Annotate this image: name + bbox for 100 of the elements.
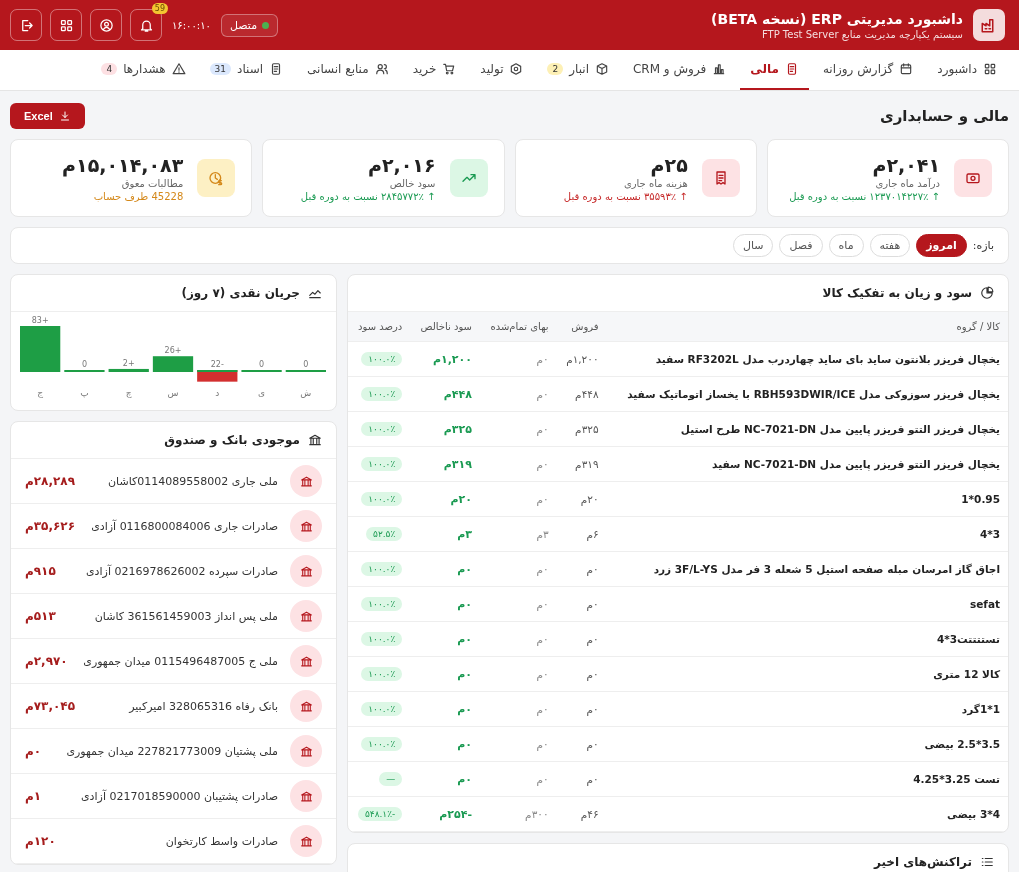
status-label: متصل — [229, 18, 258, 32]
download-icon — [58, 110, 71, 122]
card-title: جریان نقدی (۷ روز) — [181, 286, 300, 300]
kpi-value: ۲۵م — [649, 154, 688, 176]
kpi-change: ↑ ۱۲۳۷۰۱۴۲۲۷٪ نسبت به دوره قبل — [789, 191, 940, 202]
bar-value-label: +83 — [31, 316, 49, 325]
account-balance: ۵۱۳م — [25, 609, 56, 623]
table-cell: ۲۰م — [556, 481, 607, 517]
account-name: صادرات سپرده 0216978626002 آزادی — [85, 564, 278, 578]
account-name: ملی پس انداز 361561459003 کاشان — [93, 609, 278, 623]
account-balance: ۰م — [25, 744, 42, 758]
table-cell: ۰م — [480, 376, 557, 412]
period-chip[interactable]: ماه — [828, 234, 864, 257]
period-chip[interactable]: فصل — [779, 234, 823, 257]
nav-tab[interactable]: فروش و CRM — [622, 50, 737, 90]
percent-badge: ۵۲.۵٪ — [366, 527, 403, 541]
kpi-label: درآمد ماه جاری — [874, 178, 940, 189]
nav-tab[interactable]: خرید — [402, 50, 467, 90]
account-name: ملی پشتیان 227821773009 میدان جمهوری — [65, 744, 278, 758]
table-cell: یخچال فریزر بلانتون ساید بای ساید چهاردرب مدل RF3202L سفید — [606, 341, 1008, 377]
table-cell: یخچال فریزر التتو فریزر پایین مدل NC-7021-DN طرح استیل — [606, 411, 1008, 447]
table-cell: ۳۱۹م — [410, 446, 480, 482]
apps-button[interactable] — [50, 9, 82, 41]
kpi-change: 45228 طرف حساب — [92, 191, 184, 202]
table-cell: ۰م — [556, 656, 607, 692]
table-cell: ۰م — [480, 621, 557, 657]
table-cell: ۰م — [480, 341, 557, 377]
table-cell: ۱,۲۰۰م — [410, 341, 480, 377]
bar-value-label: 0 — [303, 360, 309, 369]
bar-value-label: +26 — [164, 346, 182, 356]
clock-dollar-icon — [208, 170, 225, 186]
bank-icon — [299, 834, 313, 848]
axis-label: پ — [80, 388, 89, 398]
bank-icon — [299, 609, 313, 623]
table-cell: ۰م — [556, 551, 607, 587]
page-title: مالی و حسابداری — [879, 107, 1009, 125]
card-title: سود و زیان به تفکیک کالا — [822, 286, 972, 300]
table-cell: ۰م — [480, 446, 557, 482]
account-balance: ۷۳,۰۴۵م — [25, 699, 75, 713]
cart-icon — [442, 62, 457, 76]
percent-badge: ۱۰۰.۰٪ — [361, 352, 403, 366]
count-badge: 4 — [101, 63, 118, 75]
grid-icon — [983, 62, 997, 76]
table-cell: ۳۱۹م — [556, 446, 607, 482]
account-balance: ۹۱۵م — [25, 564, 56, 578]
column-header: سود ناخالص — [410, 312, 480, 342]
account-name: صادرات جاری 0116800084006 آزادی — [90, 519, 278, 533]
card-title: موجودی بانک و صندوق — [164, 433, 300, 447]
account-balance: ۳۵,۶۲۶م — [25, 519, 75, 533]
table-cell: sefat — [606, 586, 1008, 622]
table-cell: ۰م — [556, 621, 607, 657]
kpi-value: ۱۵,۰۱۴,۰۸۳م — [62, 154, 184, 176]
period-chip[interactable]: سال — [732, 234, 774, 257]
account-balance: ۱م — [25, 789, 42, 803]
table-cell: ۳۲۵م — [556, 411, 607, 447]
grid-icon — [58, 17, 74, 33]
table-cell: ۰م — [410, 586, 480, 622]
nav-tab[interactable]: مالی — [740, 50, 809, 90]
table-cell: کالا 12 متری — [606, 656, 1008, 692]
excel-export-button[interactable]: Excel — [10, 103, 85, 129]
table-cell: ۰م — [480, 726, 557, 762]
percent-badge: ۱۰۰.۰٪ — [361, 492, 403, 506]
clock-time: ۱۶:۰۰:۱۰ — [172, 19, 211, 31]
kpi-label: هزینه ماه جاری — [622, 178, 688, 189]
table-cell: ۰م — [556, 726, 607, 762]
table-cell: ۰م — [410, 621, 480, 657]
nav-tab[interactable]: منابع انسانی — [297, 50, 399, 90]
bank-icon — [308, 433, 322, 447]
account-name: ملی ج 0115496487005 میدان جمهوری — [82, 654, 278, 668]
table-cell: 3*4 — [606, 516, 1008, 552]
bank-icon — [299, 699, 313, 713]
kpi-value: ۲,۰۴۱م — [871, 154, 940, 176]
period-chip[interactable]: هفته — [869, 234, 911, 257]
account-name: صادرات پشتیبان 0217018590000 آزادی — [80, 789, 278, 803]
profile-button[interactable] — [90, 9, 122, 41]
nav-tab[interactable]: داشبورد — [927, 50, 1007, 90]
table-cell: ۰م — [556, 761, 607, 797]
count-badge: 31 — [209, 63, 232, 75]
table-cell: ۳م — [410, 516, 480, 552]
table-cell: ۲۰م — [410, 481, 480, 517]
bank-icon — [299, 564, 313, 578]
period-chip[interactable]: امروز — [916, 234, 967, 257]
percent-badge: ۱۰۰.۰٪ — [361, 632, 403, 646]
table-cell: ۰م — [410, 726, 480, 762]
logout-button[interactable] — [10, 9, 42, 41]
table-cell: ۰م — [480, 481, 557, 517]
percent-badge: ۱۰۰.۰٪ — [361, 702, 403, 716]
table-cell: ۳م — [480, 516, 557, 552]
account-balance: ۲۸,۲۸۹م — [25, 474, 75, 488]
nav-tab[interactable]: گزارش روزانه — [812, 50, 924, 90]
bank-icon — [299, 744, 313, 758]
column-header: فروش — [556, 312, 607, 342]
users-icon — [374, 62, 389, 76]
table-cell: ۰م — [480, 586, 557, 622]
bank-icon — [299, 789, 313, 803]
table-cell: ۴۴۸م — [410, 376, 480, 412]
axis-label: س — [167, 388, 179, 398]
nav-tab[interactable]: تولید — [470, 50, 534, 90]
camera-icon — [965, 170, 981, 186]
column-header: کالا / گروه — [606, 312, 1008, 342]
